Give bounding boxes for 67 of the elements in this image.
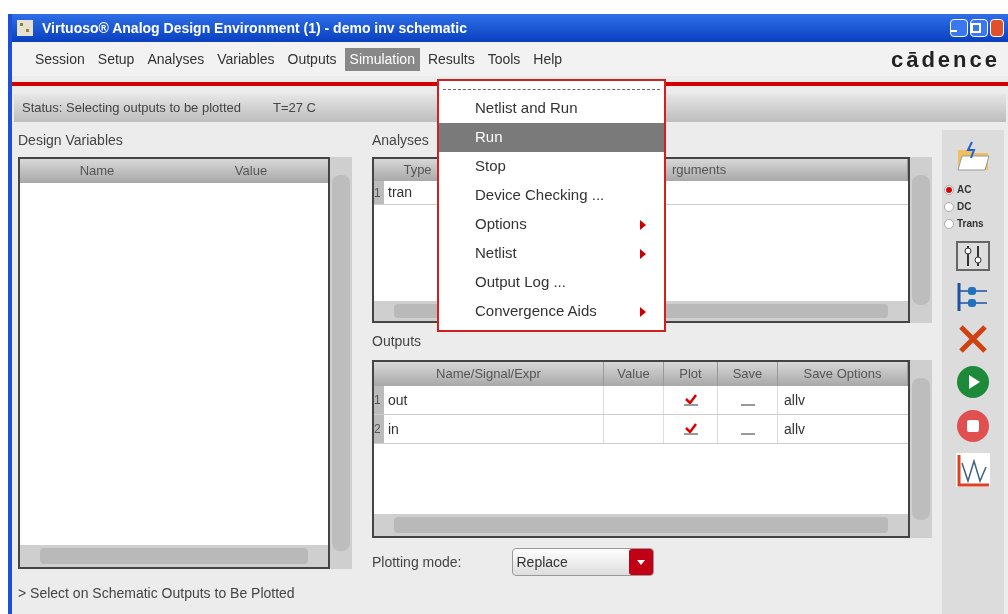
menu-item[interactable]: Help — [528, 47, 568, 71]
close-button[interactable] — [990, 19, 1004, 37]
menu-item[interactable]: Variables — [212, 47, 280, 71]
menu-item[interactable]: Device Checking ... — [439, 181, 664, 210]
waveform-icon[interactable] — [956, 453, 990, 487]
radio-button[interactable] — [944, 184, 954, 195]
minimize-button[interactable] — [950, 19, 968, 37]
menu-item[interactable]: Run — [439, 123, 664, 152]
section-title: Analyses — [372, 131, 429, 150]
menu-item[interactable]: Session — [30, 47, 90, 71]
plotting-mode-dropdown[interactable]: Replace — [511, 548, 654, 576]
status-text: Status: Selecting outputs to be plotted — [22, 99, 241, 118]
vertical-scrollbar[interactable] — [910, 360, 932, 538]
menu-item[interactable]: Setup — [92, 47, 140, 71]
column-header[interactable]: Save Options — [778, 362, 908, 386]
menu-item[interactable]: Convergence Aids — [439, 297, 664, 326]
column-header[interactable]: Save — [718, 362, 778, 386]
row-number: 1 — [374, 181, 384, 204]
table-cell-text: allv — [783, 420, 806, 439]
checkbox[interactable] — [683, 423, 698, 435]
radio-label: Trans — [957, 217, 984, 231]
delete-icon[interactable] — [957, 323, 989, 355]
horizontal-scrollbar[interactable] — [20, 545, 328, 567]
menu-item[interactable]: Analyses — [142, 47, 210, 71]
table-cell: out — [384, 386, 604, 414]
row-number: 1 — [374, 386, 384, 414]
radio-label: AC — [957, 183, 972, 197]
column-header[interactable]: Name — [20, 159, 174, 183]
column-header[interactable]: Plot — [664, 362, 718, 386]
brand-logo-text: cādence — [890, 45, 1000, 74]
column-header[interactable]: Value — [174, 159, 328, 183]
run-button-icon[interactable] — [956, 365, 990, 399]
minimize-icon — [951, 30, 957, 32]
horizontal-scrollbar[interactable] — [374, 514, 908, 536]
radio-button[interactable] — [944, 218, 954, 229]
dropdown-caret-icon — [628, 549, 653, 575]
vertical-scrollbar[interactable] — [910, 157, 932, 323]
temperature-text: T=27 C — [273, 99, 316, 118]
app-icon — [16, 19, 34, 37]
prompt-text: > Select on Schematic Outputs to Be Plotted — [18, 584, 296, 603]
connections-icon[interactable] — [956, 281, 990, 313]
menu-item[interactable]: Netlist — [439, 239, 664, 268]
menu-item[interactable]: Netlist and Run — [439, 94, 664, 123]
section-title: Design Variables — [18, 131, 123, 150]
menu-item[interactable]: Results — [422, 47, 480, 71]
menu-item[interactable]: Tools — [482, 47, 526, 71]
row-number: 2 — [374, 415, 384, 443]
maximize-icon — [971, 23, 981, 33]
radio-label: DC — [957, 200, 972, 214]
field-label: Plotting mode: — [372, 552, 462, 572]
vertical-scrollbar[interactable] — [330, 157, 352, 569]
column-header[interactable]: Value — [604, 362, 664, 386]
table-cell: in — [384, 415, 604, 443]
menu-item[interactable]: Options — [439, 210, 664, 239]
window-title: Virtuoso® Analog Design Environment (1) - demo inv schematic — [42, 18, 468, 38]
menu-item[interactable]: Simulation — [344, 47, 420, 71]
radio-button[interactable] — [944, 201, 954, 212]
stop-button-icon[interactable] — [956, 409, 990, 443]
table-cell-text: tran — [387, 183, 413, 202]
sliders-icon[interactable] — [956, 241, 990, 271]
maximize-button[interactable] — [970, 19, 988, 37]
section-title: Outputs — [372, 332, 422, 351]
checkbox[interactable] — [683, 394, 698, 406]
table-cell-text: allv — [783, 391, 806, 410]
folder-icon[interactable] — [956, 140, 990, 172]
menu-item[interactable]: Outputs — [282, 47, 342, 71]
menu-item[interactable]: Output Log ... — [439, 268, 664, 297]
